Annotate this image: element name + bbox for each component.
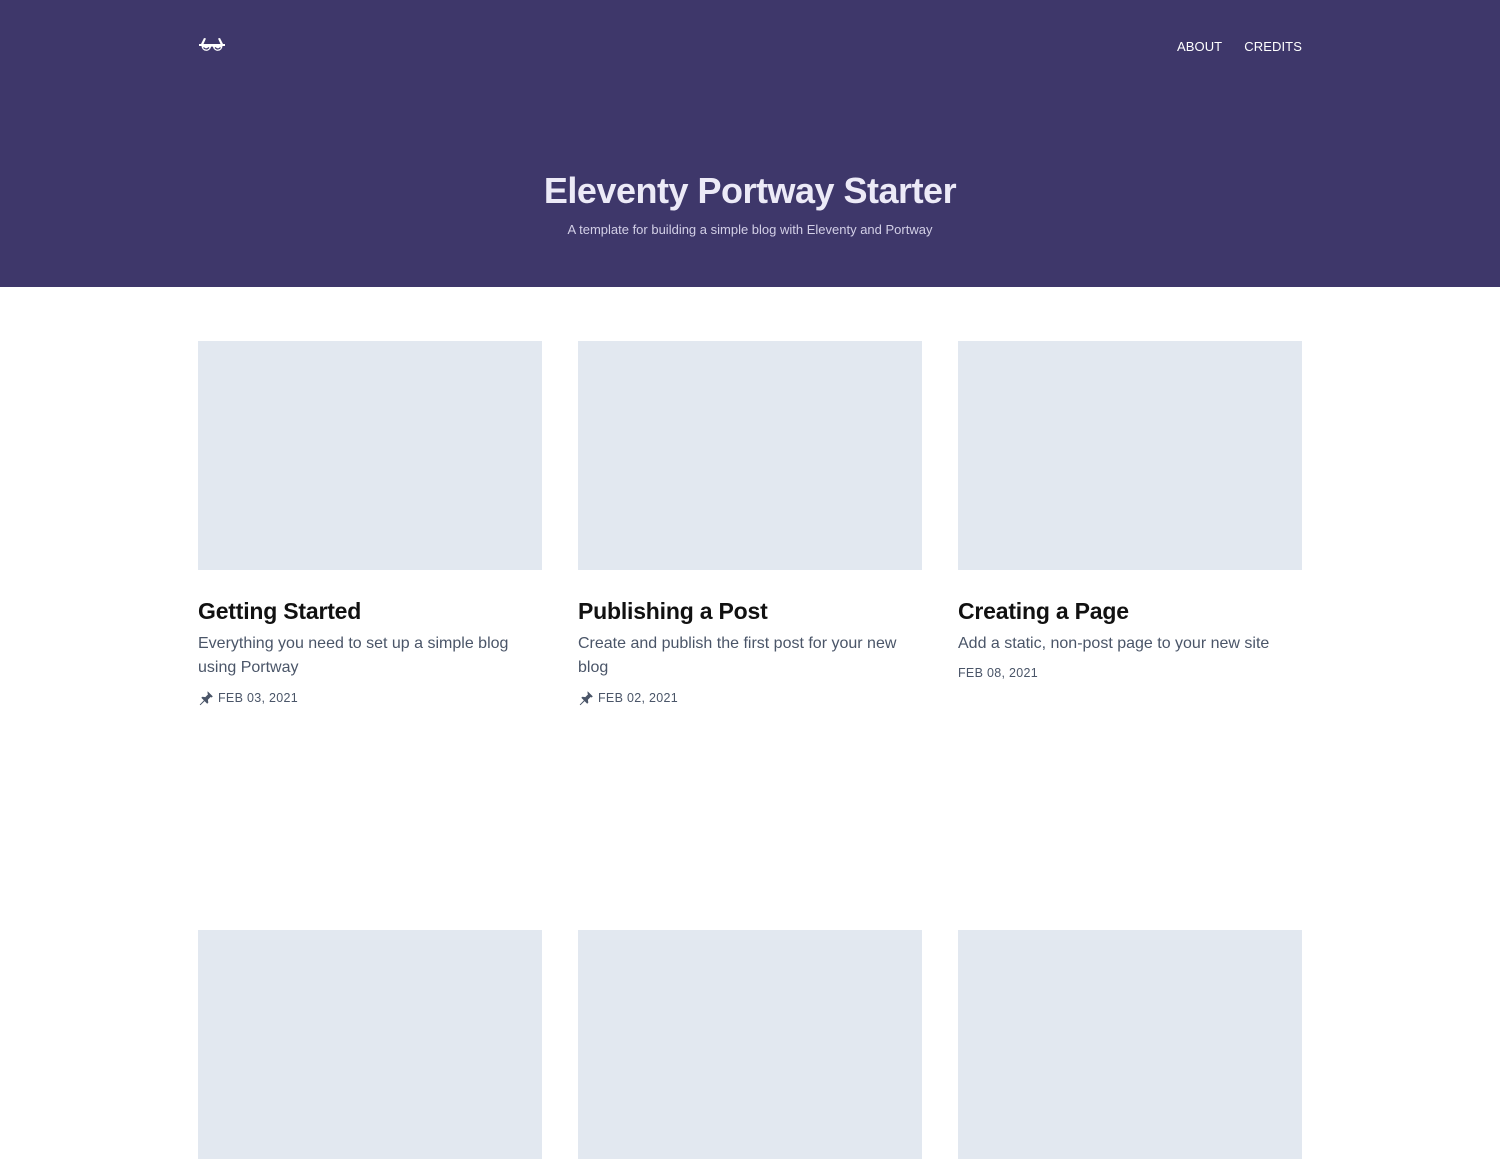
post-grid: Getting Started Everything you need to s… — [198, 341, 1302, 1159]
post-meta: FEB 08, 2021 — [958, 666, 1302, 680]
post-thumbnail[interactable] — [958, 341, 1302, 570]
site-subtitle: A template for building a simple blog wi… — [567, 222, 933, 237]
post-date: FEB 08, 2021 — [958, 666, 1039, 680]
nav-links: ABOUT CREDITS — [1177, 39, 1302, 54]
pin-icon — [199, 691, 213, 706]
post-description: Add a static, non-post page to your new … — [958, 635, 1270, 652]
post-title[interactable]: Getting Started — [198, 596, 542, 626]
post-thumbnail[interactable] — [198, 341, 542, 570]
top-nav: ABOUT CREDITS — [198, 33, 1302, 59]
post-card-publishing-a-post[interactable]: Publishing a Post Create and publish the… — [578, 341, 922, 706]
pin-icon — [579, 691, 593, 706]
home-logo-link[interactable] — [198, 35, 226, 57]
post-thumbnail[interactable] — [578, 341, 922, 570]
sunglasses-icon — [199, 38, 225, 51]
post-thumbnail[interactable] — [958, 930, 1302, 1159]
post-date: FEB 02, 2021 — [598, 691, 679, 705]
nav-link-about[interactable]: ABOUT — [1177, 39, 1222, 54]
post-card-placeholder[interactable] — [958, 930, 1302, 1159]
post-card-placeholder[interactable] — [198, 930, 542, 1159]
post-thumbnail[interactable] — [198, 930, 542, 1159]
nav-link-credits[interactable]: CREDITS — [1244, 39, 1302, 54]
post-meta: FEB 02, 2021 — [578, 690, 922, 706]
site-header: ABOUT CREDITS Eleventy Portway Starter A… — [0, 0, 1500, 287]
post-card-placeholder[interactable] — [578, 930, 922, 1159]
post-meta: FEB 03, 2021 — [198, 690, 542, 706]
post-title[interactable]: Creating a Page — [958, 596, 1302, 626]
post-description: Everything you need to set up a simple b… — [198, 635, 509, 676]
post-date: FEB 03, 2021 — [218, 691, 299, 705]
post-card-getting-started[interactable]: Getting Started Everything you need to s… — [198, 341, 542, 706]
post-thumbnail[interactable] — [578, 930, 922, 1159]
site-title: Eleventy Portway Starter — [543, 170, 957, 211]
post-description: Create and publish the first post for yo… — [578, 635, 897, 676]
post-title[interactable]: Publishing a Post — [578, 596, 922, 626]
post-card-creating-a-page[interactable]: Creating a Page Add a static, non-post p… — [958, 341, 1302, 706]
